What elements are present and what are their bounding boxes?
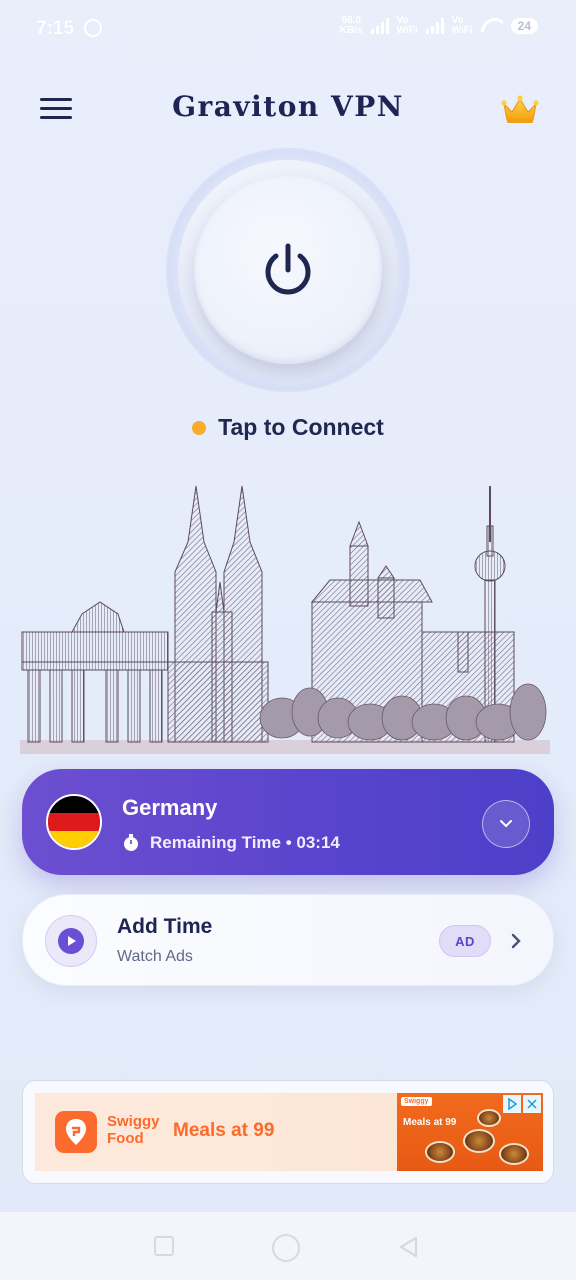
status-dot [192,420,207,435]
ad-image-text: Meals at 99 [403,1117,457,1128]
ad-brand: Swiggy Food [107,1113,160,1147]
swiggy-logo-icon [55,1111,97,1153]
play-button[interactable] [45,915,97,967]
wifi-icon [481,18,503,34]
recents-button[interactable] [154,1236,174,1256]
signal-icon [370,18,389,34]
add-time-title: Add Time [117,915,213,938]
ad-container: Swiggy Food Meals at 99 Swiggy Meals at … [22,1080,554,1184]
ad-brand-line2: Food [107,1130,144,1147]
add-time-card[interactable]: Add Time Watch Ads AD [22,894,554,986]
brandenburg-gate [21,601,169,743]
home-button[interactable] [272,1234,300,1262]
whatsapp-icon [84,19,102,37]
volte-indicator: Vo WiFi [452,16,473,36]
germany-flag-icon [46,794,102,850]
chevron-down-icon [500,820,512,828]
remaining-time-label: Remaining Time • 03:14 [150,833,340,852]
ad-choices-icon[interactable] [503,1095,521,1113]
food-dish [425,1141,455,1163]
volte-bottom: WiFi [396,25,418,36]
volte-indicator: Vo WiFi [397,16,418,36]
expand-button[interactable] [482,800,530,848]
add-time-subtitle: Watch Ads [117,948,193,965]
ad-headline: Meals at 99 [173,1120,275,1141]
ad-image-logo: Swiggy [401,1097,432,1106]
ad-banner[interactable]: Swiggy Food Meals at 99 Swiggy Meals at … [35,1093,543,1171]
food-dish [477,1109,501,1127]
germany-landmarks-illustration [20,485,550,754]
connection-status: Tap to Connect [0,414,576,441]
network-speed-unit: KB/s [339,25,363,36]
remaining-time: Remaining Time • 03:14 [122,833,340,853]
back-button[interactable] [398,1236,418,1258]
stopwatch-icon [124,834,138,851]
ad-badge: AD [439,925,491,957]
status-time: 7:15 [36,18,75,39]
power-button[interactable] [194,176,382,364]
food-dish [463,1129,495,1153]
battery-icon: 24 [510,18,538,34]
volte-bottom: WiFi [451,25,473,36]
signal-icon [425,18,444,34]
app-title: Graviton VPN [172,90,404,123]
food-dish [499,1143,529,1165]
system-nav-bar [0,1212,576,1280]
status-icons: 86.0 KB/s Vo WiFi Vo WiFi 24 [340,16,538,36]
chevron-right-icon [511,933,521,949]
ad-brand-line1: Swiggy [107,1113,160,1130]
play-icon [68,936,76,946]
server-selector[interactable]: Germany Remaining Time • 03:14 [22,769,554,875]
power-icon [265,243,311,295]
status-bar: 7:15 86.0 KB/s Vo WiFi Vo WiFi 24 [0,0,576,58]
country-name: Germany [122,795,218,820]
cologne-cathedral [167,485,269,743]
ad-close-icon[interactable] [523,1095,541,1113]
connection-status-label: Tap to Connect [218,414,384,440]
network-speed: 86.0 KB/s [340,16,363,36]
crown-icon[interactable] [500,94,540,126]
ad-image: Swiggy Meals at 99 [397,1093,543,1171]
